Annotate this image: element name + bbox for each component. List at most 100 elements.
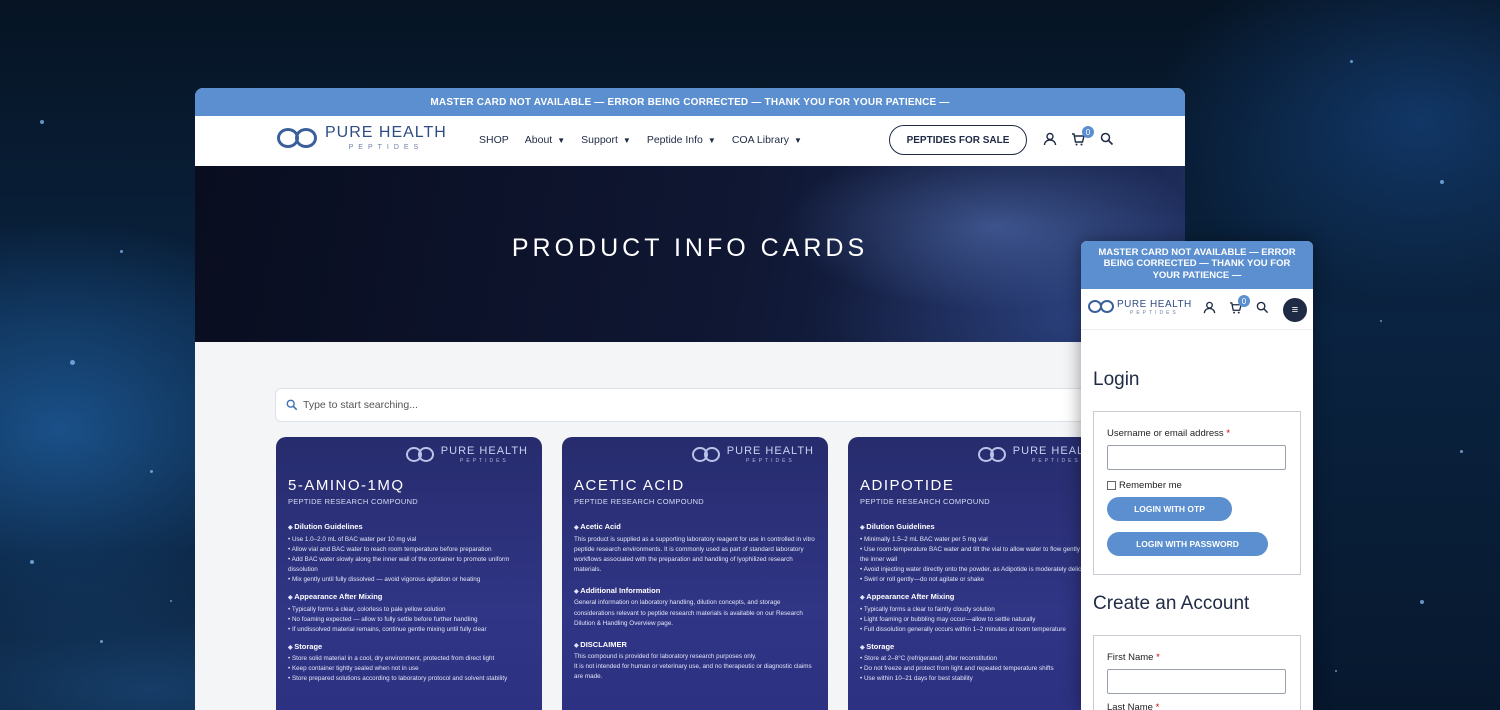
desktop-page-preview: MASTER CARD NOT AVAILABLE — ERROR BEING … — [195, 88, 1185, 710]
card-section-heading: Additional Information — [574, 585, 818, 598]
required-mark: * — [1155, 702, 1160, 710]
card-line: • Store solid material in a cool, dry en… — [288, 655, 495, 663]
card-section-heading: Storage — [288, 641, 532, 654]
chevron-down-icon: ▼ — [794, 135, 802, 145]
mobile-navbar: PURE HEALTH PEPTIDES 0 — [1081, 289, 1313, 330]
account-icon[interactable] — [1203, 301, 1217, 315]
peptides-for-sale-button[interactable]: PEPTIDES FOR SALE — [889, 125, 1027, 155]
logo-mark-icon — [977, 445, 1009, 465]
mobile-site-logo[interactable]: PURE HEALTH PEPTIDES — [1087, 298, 1192, 316]
mobile-announcement-bar: MASTER CARD NOT AVAILABLE — ERROR BEING … — [1081, 241, 1313, 289]
logo-mark-icon — [1087, 298, 1117, 316]
card-logo-line2: PEPTIDES — [746, 458, 795, 464]
card-logo: PURE HEALTH PEPTIDES — [691, 445, 814, 465]
card-section-heading: Storage — [860, 641, 1104, 654]
card-line: • Do not freeze and protect from light a… — [860, 665, 1054, 673]
card-section-heading: Appearance After Mixing — [860, 591, 1104, 604]
last-name-label: Last Name * — [1107, 702, 1159, 710]
card-section-heading: DISCLAIMER — [574, 639, 818, 652]
search-icon[interactable] — [1100, 132, 1116, 148]
main-menu: SHOP About ▼ Support ▼ Peptide Info ▼ COA L… — [479, 134, 802, 146]
card-title: ACETIC ACID — [574, 477, 685, 494]
last-name-label-text: Last Name — [1107, 702, 1153, 710]
logo-mark-icon — [405, 445, 437, 465]
required-mark: * — [1156, 652, 1160, 663]
card-line: General information on laboratory handli… — [574, 599, 803, 627]
card-title: ADIPOTIDE — [860, 477, 955, 494]
menu-item-shop[interactable]: SHOP — [479, 134, 509, 146]
chevron-down-icon: ▼ — [622, 135, 631, 145]
card-title: 5-AMINO-1MQ — [288, 477, 405, 494]
cart-icon[interactable]: 0 — [1071, 126, 1094, 148]
menu-item-peptide-info[interactable]: Peptide Info ▼ — [647, 134, 716, 146]
username-label: Username or email address * — [1107, 428, 1230, 439]
account-icon[interactable] — [1043, 132, 1059, 148]
login-with-password-button[interactable]: LOGIN WITH PASSWORD — [1107, 532, 1268, 556]
login-heading: Login — [1093, 369, 1140, 390]
login-with-otp-button[interactable]: LOGIN WITH OTP — [1107, 497, 1232, 521]
product-card-5-amino-1mq[interactable]: PURE HEALTH PEPTIDES 5-AMINO-1MQ PEPTIDE … — [276, 437, 542, 710]
card-line: • Swirl or roll gently—do not agitate or… — [860, 575, 985, 583]
card-line: • Add BAC water slowly along the inner w… — [288, 555, 510, 573]
card-line: • Typically forms a clear to faintly clo… — [860, 605, 995, 613]
page-title: PRODUCT INFO CARDS — [511, 234, 869, 262]
first-name-label: First Name * — [1107, 652, 1160, 663]
card-line: • Minimally 1.5–2 mL BAC water per 5 mg … — [860, 535, 988, 543]
register-form: First Name * Last Name * — [1093, 635, 1301, 710]
card-section-heading: Dilution Guidelines — [860, 521, 1104, 534]
card-logo-line2: PEPTIDES — [460, 458, 509, 464]
mobile-logo-line2: PEPTIDES — [1130, 309, 1179, 316]
menu-label: Peptide Info — [646, 134, 703, 146]
logo-line2: PEPTIDES — [348, 144, 424, 151]
logo-mark-icon — [275, 124, 321, 152]
menu-item-coa-library[interactable]: COA Library ▼ — [732, 134, 802, 146]
card-line: • Store prepared solutions according to … — [288, 675, 508, 683]
product-card-acetic-acid[interactable]: PURE HEALTH PEPTIDES ACETIC ACID PEPTIDE … — [562, 437, 828, 710]
checkbox-box[interactable] — [1107, 481, 1116, 490]
cart-icon[interactable]: 0 — [1229, 295, 1250, 315]
main-navbar: PURE HEALTH PEPTIDES SHOP About ▼ Support… — [195, 116, 1185, 166]
announcement-bar: MASTER CARD NOT AVAILABLE — ERROR BEING … — [195, 88, 1185, 116]
menu-label: COA Library — [731, 134, 789, 146]
card-section-heading: Dilution Guidelines — [288, 521, 532, 534]
mobile-announcement-text: MASTER CARD NOT AVAILABLE — ERROR BEING … — [1098, 247, 1296, 281]
hero-banner: PRODUCT INFO CARDS — [195, 166, 1185, 342]
menu-item-about[interactable]: About ▼ — [525, 134, 565, 146]
card-line: • Store at 2–8°C (refrigerated) after re… — [860, 655, 998, 663]
card-section-heading: Acetic Acid — [574, 521, 818, 534]
username-field[interactable] — [1107, 445, 1286, 470]
product-card-adipotide[interactable]: PURE HEALTH PEPTIDES ADIPOTIDE PEPTIDE RE… — [848, 437, 1114, 710]
search-icon[interactable] — [1256, 301, 1270, 315]
card-section-heading: Appearance After Mixing — [288, 591, 532, 604]
card-subtitle: PEPTIDE RESEARCH COMPOUND — [288, 497, 419, 506]
menu-label: Support — [581, 134, 618, 146]
chevron-down-icon: ▼ — [557, 135, 566, 145]
search-icon — [286, 399, 298, 411]
hamburger-menu-icon[interactable]: ≡ — [1283, 298, 1307, 322]
card-line: • No foaming expected — allow to fully s… — [288, 615, 478, 623]
card-subtitle: PEPTIDE RESEARCH COMPOUND — [860, 497, 991, 506]
cart-count-badge: 0 — [1082, 126, 1094, 138]
mobile-page-preview: MASTER CARD NOT AVAILABLE — ERROR BEING … — [1081, 241, 1313, 710]
login-form: Username or email address * Remember me … — [1093, 411, 1301, 575]
card-line: This compound is provided for laboratory… — [574, 653, 757, 661]
remember-me-label: Remember me — [1119, 480, 1182, 491]
card-line: It is not intended for human or veterina… — [574, 663, 812, 681]
card-subtitle: PEPTIDE RESEARCH COMPOUND — [574, 497, 705, 506]
card-logo: PURE HEALTH PEPTIDES — [405, 445, 528, 465]
logo-mark-icon — [691, 445, 723, 465]
remember-me-checkbox[interactable]: Remember me — [1107, 480, 1182, 491]
menu-label: SHOP — [479, 134, 509, 146]
card-search-input[interactable]: Type to start searching... — [275, 388, 1105, 422]
card-line: • Allow vial and BAC water to reach room… — [288, 545, 492, 553]
first-name-label-text: First Name — [1107, 652, 1154, 663]
logo-line1: PURE HEALTH — [325, 124, 447, 141]
card-line: • Typically forms a clear, colorless to … — [288, 605, 446, 613]
card-line: • Mix gently until fully dissolved — avo… — [288, 575, 481, 583]
first-name-field[interactable] — [1107, 669, 1286, 694]
card-line: • Keep container tightly sealed when not… — [288, 665, 419, 673]
create-account-heading: Create an Account — [1093, 593, 1250, 614]
menu-item-support[interactable]: Support ▼ — [581, 134, 631, 146]
site-logo[interactable]: PURE HEALTH PEPTIDES — [275, 124, 447, 152]
menu-label: About — [524, 134, 553, 146]
